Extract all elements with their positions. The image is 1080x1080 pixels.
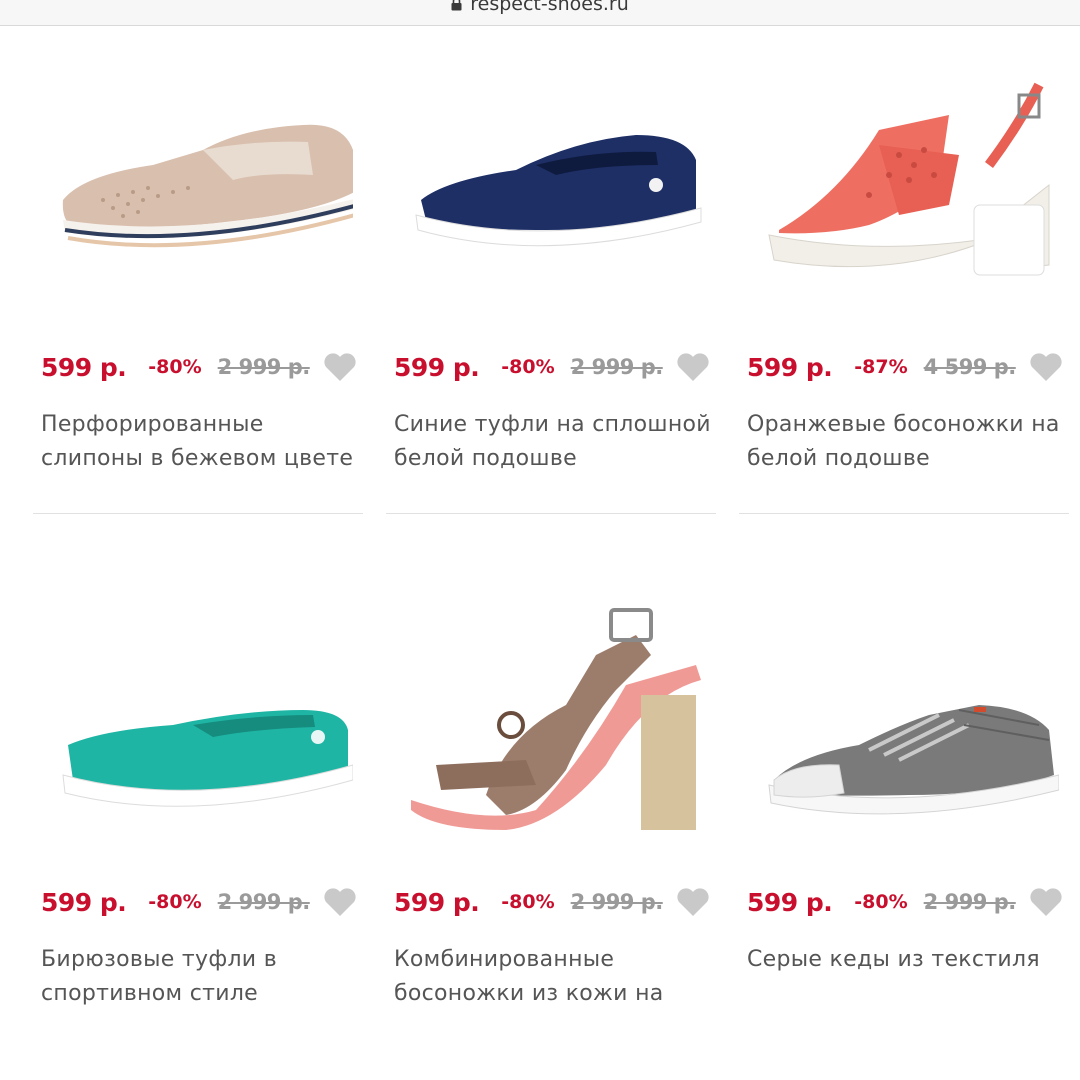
old-price: 2 999 р. bbox=[217, 890, 311, 914]
row-divider bbox=[33, 513, 363, 514]
price-row: 599 р. -80% 2 999 р. bbox=[394, 880, 714, 924]
discount-badge: -87% bbox=[854, 356, 908, 378]
price: 599 р. bbox=[394, 352, 480, 382]
product-name[interactable]: Оранжевые босоножки на белой подошве bbox=[747, 408, 1067, 476]
product-image[interactable] bbox=[739, 575, 1069, 855]
lock-icon bbox=[451, 0, 462, 11]
price: 599 р. bbox=[747, 352, 833, 382]
discount-badge: -80% bbox=[854, 891, 908, 913]
product-name[interactable]: Синие туфли на сплошной белой подошве bbox=[394, 408, 714, 476]
product-card[interactable]: 599 р. -80% 2 999 р. Бирюзовые туфли в с… bbox=[33, 575, 363, 1045]
url-text[interactable]: respect-shoes.ru bbox=[470, 0, 629, 15]
price: 599 р. bbox=[747, 887, 833, 917]
heeled-sandal-icon bbox=[411, 608, 701, 830]
heart-icon[interactable] bbox=[676, 352, 710, 382]
product-card[interactable]: 599 р. -80% 2 999 р. Перфорированные сли… bbox=[33, 40, 363, 510]
browser-url-bar[interactable]: respect-shoes.ru bbox=[0, 0, 1080, 26]
product-card[interactable]: 599 р. -80% 2 999 р. Синие туфли на спло… bbox=[386, 40, 716, 510]
navy-flat-icon bbox=[415, 135, 702, 247]
discount-badge: -80% bbox=[148, 891, 202, 913]
product-card[interactable]: 599 р. -80% 2 999 р. Серые кеды из текст… bbox=[739, 575, 1069, 1045]
discount-badge: -80% bbox=[501, 356, 555, 378]
product-image[interactable] bbox=[33, 40, 363, 320]
price: 599 р. bbox=[394, 887, 480, 917]
product-name[interactable]: Бирюзовые туфли в спортивном стиле bbox=[41, 943, 361, 1011]
old-price: 2 999 р. bbox=[217, 355, 311, 379]
product-card[interactable]: 599 р. -87% 4 599 р. Оранжевые босоножки… bbox=[739, 40, 1069, 510]
old-price: 4 599 р. bbox=[923, 355, 1017, 379]
coral-sandal-icon bbox=[768, 82, 1050, 276]
heart-icon[interactable] bbox=[323, 887, 357, 917]
heart-icon[interactable] bbox=[676, 887, 710, 917]
product-name[interactable]: Серые кеды из текстиля bbox=[747, 943, 1067, 977]
product-image[interactable] bbox=[386, 40, 716, 320]
product-name[interactable]: Комбинированные босоножки из кожи на уст… bbox=[394, 943, 714, 1013]
heart-icon[interactable] bbox=[1029, 887, 1063, 917]
product-image[interactable] bbox=[739, 40, 1069, 320]
heart-icon[interactable] bbox=[1029, 352, 1063, 382]
price-row: 599 р. -80% 2 999 р. bbox=[747, 880, 1067, 924]
heart-icon[interactable] bbox=[323, 352, 357, 382]
product-card[interactable]: 599 р. -80% 2 999 р. Комбинированные бос… bbox=[386, 575, 716, 1045]
product-image[interactable] bbox=[386, 575, 716, 855]
discount-badge: -80% bbox=[148, 356, 202, 378]
product-name[interactable]: Перфорированные слипоны в бежевом цвете bbox=[41, 408, 361, 476]
discount-badge: -80% bbox=[501, 891, 555, 913]
old-price: 2 999 р. bbox=[570, 890, 664, 914]
old-price: 2 999 р. bbox=[570, 355, 664, 379]
price-row: 599 р. -80% 2 999 р. bbox=[41, 880, 361, 924]
row-divider bbox=[386, 513, 716, 514]
row-divider bbox=[739, 513, 1069, 514]
price-row: 599 р. -80% 2 999 р. bbox=[41, 345, 361, 389]
price-row: 599 р. -87% 4 599 р. bbox=[747, 345, 1067, 389]
product-image[interactable] bbox=[33, 575, 363, 855]
old-price: 2 999 р. bbox=[923, 890, 1017, 914]
price-row: 599 р. -80% 2 999 р. bbox=[394, 345, 714, 389]
turquoise-flat-icon bbox=[62, 710, 353, 807]
price: 599 р. bbox=[41, 352, 127, 382]
grey-sneaker-icon bbox=[768, 705, 1059, 815]
beige-slip-on-icon bbox=[62, 124, 353, 248]
price: 599 р. bbox=[41, 887, 127, 917]
